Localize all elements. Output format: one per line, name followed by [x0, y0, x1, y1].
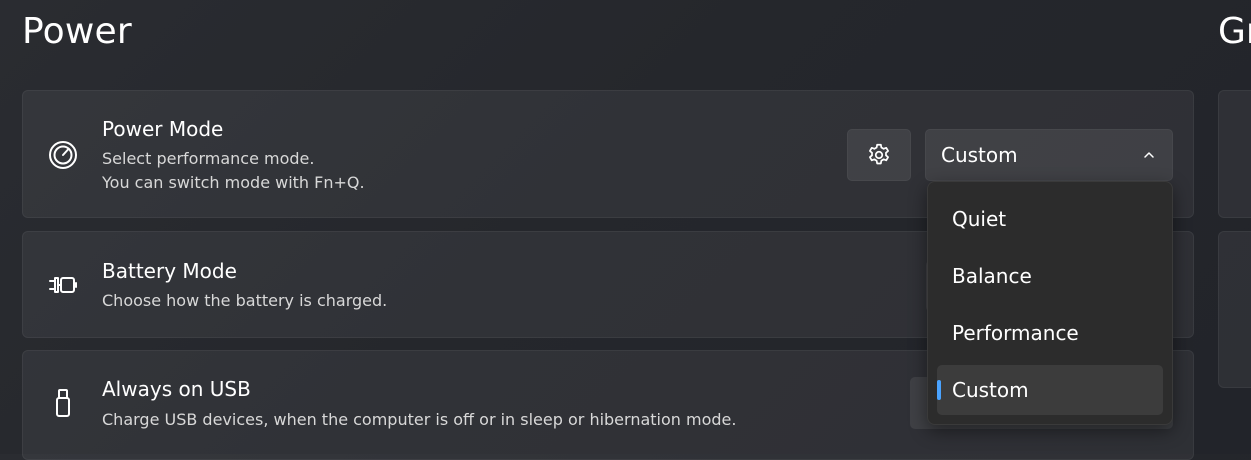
power-mode-option-balance[interactable]: Balance: [937, 251, 1163, 301]
power-mode-option-performance[interactable]: Performance: [937, 308, 1163, 358]
power-mode-description-line1: Select performance mode.: [102, 149, 315, 168]
selected-indicator: [937, 380, 941, 400]
power-mode-title: Power Mode: [102, 117, 224, 141]
speedometer-icon: [47, 139, 79, 171]
option-label: Quiet: [952, 207, 1007, 231]
power-mode-option-custom[interactable]: Custom: [937, 365, 1163, 415]
right-panel-card-1: [1218, 90, 1251, 218]
section-title: Power: [22, 11, 132, 52]
power-mode-description-line2: You can switch mode with Fn+Q.: [102, 173, 365, 192]
right-panel-card-2: [1218, 231, 1251, 388]
always-on-usb-title: Always on USB: [102, 377, 251, 401]
option-label: Balance: [952, 264, 1032, 288]
power-mode-settings-button[interactable]: [847, 129, 911, 181]
always-on-usb-description: Charge USB devices, when the computer is…: [102, 410, 737, 429]
section-title-right: Gr: [1218, 11, 1251, 52]
power-mode-option-quiet[interactable]: Quiet: [937, 194, 1163, 244]
battery-mode-title: Battery Mode: [102, 259, 237, 283]
option-label: Performance: [952, 321, 1079, 345]
usb-icon: [47, 387, 79, 419]
battery-mode-description: Choose how the battery is charged.: [102, 291, 388, 310]
battery-plug-icon: [47, 269, 79, 301]
option-label: Custom: [952, 378, 1029, 402]
chevron-up-icon: [1144, 152, 1154, 158]
power-mode-dropdown: Quiet Balance Performance Custom: [927, 181, 1173, 425]
power-mode-selected-value: Custom: [941, 143, 1018, 167]
gear-icon: [869, 143, 889, 165]
power-mode-select[interactable]: Custom: [925, 129, 1173, 181]
